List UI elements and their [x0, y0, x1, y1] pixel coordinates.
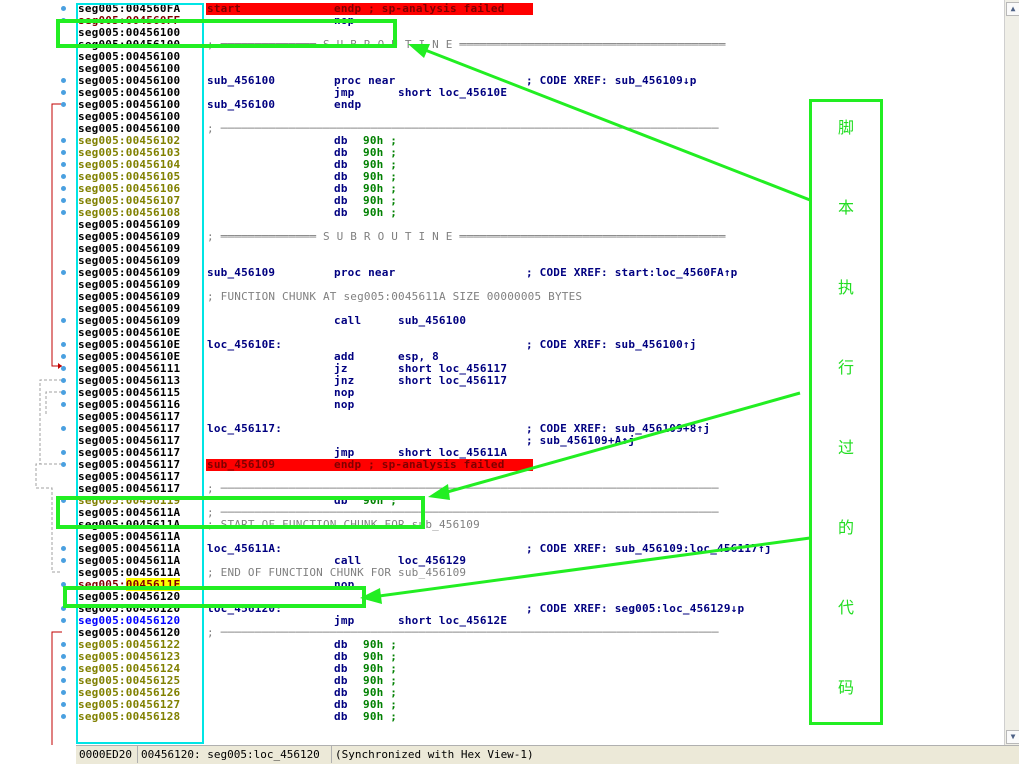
annotation-char: 本	[837, 198, 854, 217]
annotation-char: 的	[837, 518, 854, 537]
annotation-char: 过	[837, 438, 854, 457]
annotation-char: 码	[837, 678, 854, 697]
annotation-char: 脚	[837, 118, 854, 137]
annotation-note-panel: 脚本执行过的代码	[809, 99, 883, 725]
annotation-char: 行	[837, 358, 854, 377]
annotation-char: 代	[837, 598, 854, 617]
annotation-char: 执	[837, 278, 854, 297]
